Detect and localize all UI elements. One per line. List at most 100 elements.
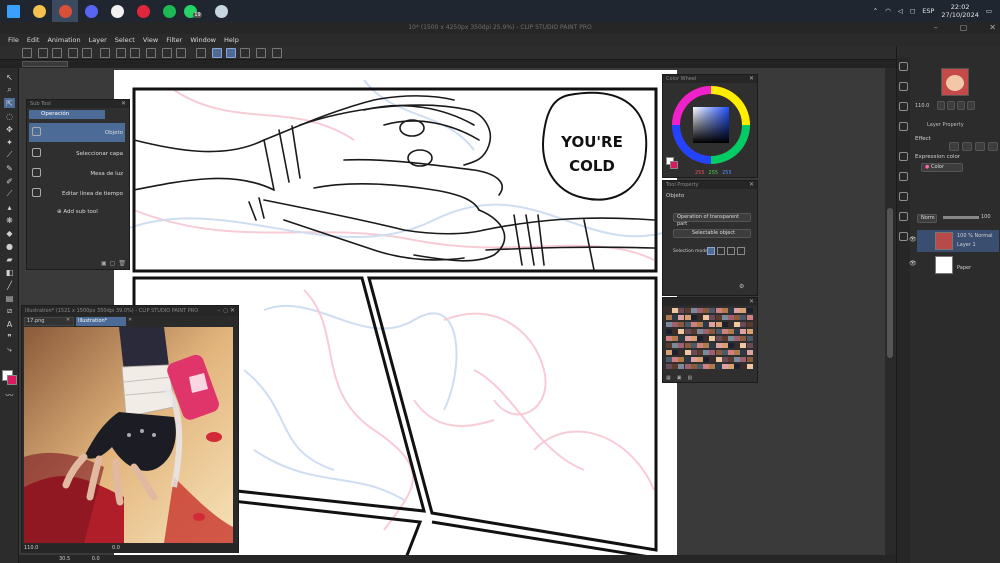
color-swatch[interactable] [715, 308, 722, 313]
color-swatch[interactable] [734, 322, 741, 327]
selection-mode-4-icon[interactable] [737, 247, 745, 255]
color-swatch[interactable] [746, 364, 753, 369]
color-swatch[interactable] [697, 357, 703, 362]
color-swatch[interactable] [709, 350, 716, 355]
scroll-thumb[interactable] [887, 208, 893, 358]
menu-animation[interactable]: Animation [45, 36, 86, 44]
color-swatch[interactable] [684, 322, 691, 327]
minimize-icon[interactable]: – [934, 23, 938, 32]
notification-icon[interactable]: ◻ [910, 7, 915, 15]
color-swatch[interactable] [709, 322, 716, 327]
color-swatch[interactable] [684, 364, 691, 369]
selectable-object-dropdown[interactable]: Selectable object [673, 229, 751, 238]
canvas-vertical-scrollbar[interactable] [885, 68, 896, 563]
color-swatch[interactable] [734, 357, 741, 362]
subtool-item-light-table[interactable]: Mesa de luz [29, 164, 125, 183]
close-icon[interactable]: ✕ [128, 317, 132, 323]
color-swatch[interactable] [709, 336, 716, 341]
color-swatch[interactable] [734, 364, 741, 369]
frame-tool-icon[interactable]: ▤ [4, 293, 15, 303]
duplicate-subtool-icon[interactable]: ▢ [110, 260, 116, 267]
color-swatch[interactable] [678, 322, 685, 327]
selection-border-icon[interactable] [176, 48, 186, 58]
color-swatch[interactable] [721, 308, 728, 313]
color-swatch[interactable] [728, 343, 734, 348]
whatsapp-icon[interactable]: 19 [182, 0, 208, 22]
canvas-tab[interactable] [22, 61, 68, 67]
color-swatch[interactable] [740, 343, 747, 348]
volume-icon[interactable]: ◁ [898, 7, 903, 15]
color-swatch[interactable] [672, 364, 679, 369]
color-swatch[interactable] [690, 336, 697, 341]
color-swatch[interactable] [715, 329, 722, 334]
color-swatch[interactable] [672, 343, 679, 348]
color-swatch[interactable] [666, 343, 672, 348]
color-swatch[interactable] [721, 343, 728, 348]
zoom-out-icon[interactable] [937, 101, 945, 110]
tab-illustration[interactable]: Illustration* [76, 317, 126, 326]
add-sub-tool-button[interactable]: ⊕ Add sub tool [57, 209, 98, 215]
expression-color-dropdown[interactable]: ● Color [921, 163, 963, 172]
border-effect-icon[interactable] [949, 142, 959, 151]
new-subtool-icon[interactable]: ▣ [101, 260, 107, 267]
clip-studio-icon[interactable] [256, 48, 266, 58]
color-swatch[interactable] [703, 350, 710, 355]
layer-search-icon[interactable] [899, 122, 908, 131]
new-file-icon[interactable] [22, 48, 32, 58]
fit-icon[interactable] [957, 101, 965, 110]
color-swatch[interactable] [678, 336, 685, 341]
color-swatch[interactable] [690, 357, 697, 362]
layer-color-icon[interactable] [988, 142, 998, 151]
color-swatch[interactable] [721, 357, 728, 362]
color-swatch-grid[interactable] [666, 308, 754, 374]
discord-icon[interactable] [78, 0, 104, 22]
blend-tool-icon[interactable]: ● [4, 241, 15, 251]
color-swatch[interactable] [746, 315, 753, 320]
language-indicator[interactable]: ESP [922, 7, 934, 15]
color-swatch[interactable] [666, 308, 672, 313]
color-swatch[interactable] [740, 357, 747, 362]
maximize-icon[interactable]: ▢ [223, 306, 228, 316]
color-swatch[interactable] [746, 357, 753, 362]
menu-edit[interactable]: Edit [25, 36, 46, 44]
color-swatch[interactable] [746, 308, 753, 313]
color-swatch[interactable] [709, 329, 716, 334]
color-swatch[interactable] [666, 315, 672, 320]
color-swatch[interactable] [684, 357, 691, 362]
visibility-eye-icon[interactable]: 👁 [909, 236, 917, 243]
color-swatch[interactable] [697, 350, 703, 355]
reference-illustration[interactable] [24, 327, 233, 543]
opera-icon[interactable] [130, 0, 156, 22]
color-swatch[interactable] [728, 308, 734, 313]
color-swatch[interactable] [709, 357, 716, 362]
save-icon[interactable] [52, 48, 62, 58]
color-swatch[interactable] [746, 343, 753, 348]
redo-icon[interactable] [82, 48, 92, 58]
delete-subtool-icon[interactable]: 🗑 [118, 260, 126, 267]
clip-studio-taskbar-icon[interactable] [52, 0, 78, 22]
color-swatch[interactable] [715, 350, 722, 355]
figure-tool-icon[interactable]: ╱ [4, 280, 15, 290]
correct-line-tool-icon[interactable]: ⤷ [4, 345, 15, 355]
pencil-tool-icon[interactable]: ✐ [4, 176, 15, 186]
color-swatch[interactable] [703, 336, 710, 341]
color-swatch[interactable] [703, 329, 710, 334]
opacity-value[interactable]: 100 [981, 214, 991, 220]
zoom-tool-icon[interactable]: ⌕ [4, 85, 15, 95]
color-swatch[interactable] [690, 343, 697, 348]
tool-settings-icon[interactable]: ⚙ [739, 283, 744, 290]
color-swatch[interactable] [715, 364, 722, 369]
color-swatch[interactable] [703, 315, 710, 320]
menu-layer[interactable]: Layer [87, 36, 113, 44]
add-color-icon[interactable]: ▦ [666, 375, 671, 381]
ruler-tool-icon[interactable]: ⧄ [4, 306, 15, 316]
color-swatch[interactable] [678, 364, 685, 369]
color-swatch[interactable] [672, 336, 679, 341]
color-swatch[interactable] [746, 350, 753, 355]
navigator-icon[interactable] [899, 62, 908, 71]
color-swatch[interactable] [684, 343, 691, 348]
color-swatch[interactable] [728, 322, 734, 327]
color-swatch[interactable] [697, 329, 703, 334]
undo-icon[interactable] [68, 48, 78, 58]
color-swatch[interactable] [728, 350, 734, 355]
